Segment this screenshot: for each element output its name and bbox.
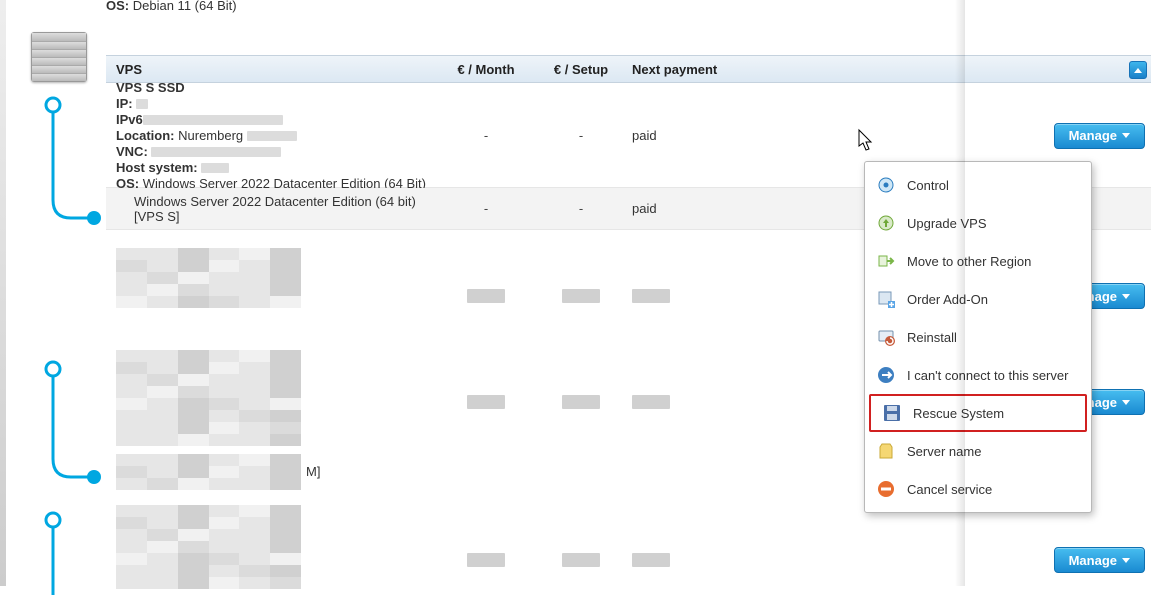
menu-item-upgrade[interactable]: Upgrade VPS [865,204,1091,242]
cancel-icon [875,478,897,500]
addon-icon [875,288,897,310]
reinstall-icon [875,326,897,348]
server-stack-icon [28,26,90,88]
col-header-setup: € / Setup [536,62,626,77]
gear-icon [875,174,897,196]
collapse-section-button[interactable] [1129,61,1147,79]
floppy-icon [881,402,903,424]
cell-setup: - [536,128,626,143]
chevron-down-icon [1122,294,1130,299]
move-icon [875,250,897,272]
cell-setup: - [536,201,626,216]
menu-item-order-addon[interactable]: Order Add-On [865,280,1091,318]
cell-next-payment: paid [626,201,786,216]
addon-name: Windows Server 2022 Datacenter Edition (… [106,189,436,229]
cell-month: - [436,128,536,143]
cell-month: - [436,201,536,216]
tag-icon [875,440,897,462]
prev-server-os: OS: Debian 11 (64 Bit) [106,0,237,13]
menu-item-cant-connect[interactable]: I can't connect to this server [865,356,1091,394]
connection-icon [875,364,897,386]
col-header-month: € / Month [436,62,536,77]
upgrade-icon [875,212,897,234]
redacted-block [116,454,301,488]
cell-next-payment: paid [626,128,786,143]
chevron-down-icon [1122,133,1130,138]
manage-button[interactable]: Manage [1054,547,1145,573]
menu-item-rescue-system[interactable]: Rescue System [869,394,1087,432]
table-row: Manage [106,530,1151,590]
col-header-next: Next payment [626,62,786,77]
menu-item-server-name[interactable]: Server name [865,432,1091,470]
chevron-down-icon [1122,558,1130,563]
menu-item-cancel-service[interactable]: Cancel service [865,470,1091,508]
fragment-text: M] [306,464,320,479]
vps-details: VPS S SSD IP: IPv6 Location: Nuremberg V… [106,74,436,198]
manage-dropdown-menu: Control Upgrade VPS Move to other Region… [864,161,1092,513]
chevron-down-icon [1122,400,1130,405]
menu-item-move-region[interactable]: Move to other Region [865,242,1091,280]
manage-button[interactable]: Manage [1054,123,1145,149]
menu-item-control[interactable]: Control [865,166,1091,204]
menu-item-reinstall[interactable]: Reinstall [865,318,1091,356]
